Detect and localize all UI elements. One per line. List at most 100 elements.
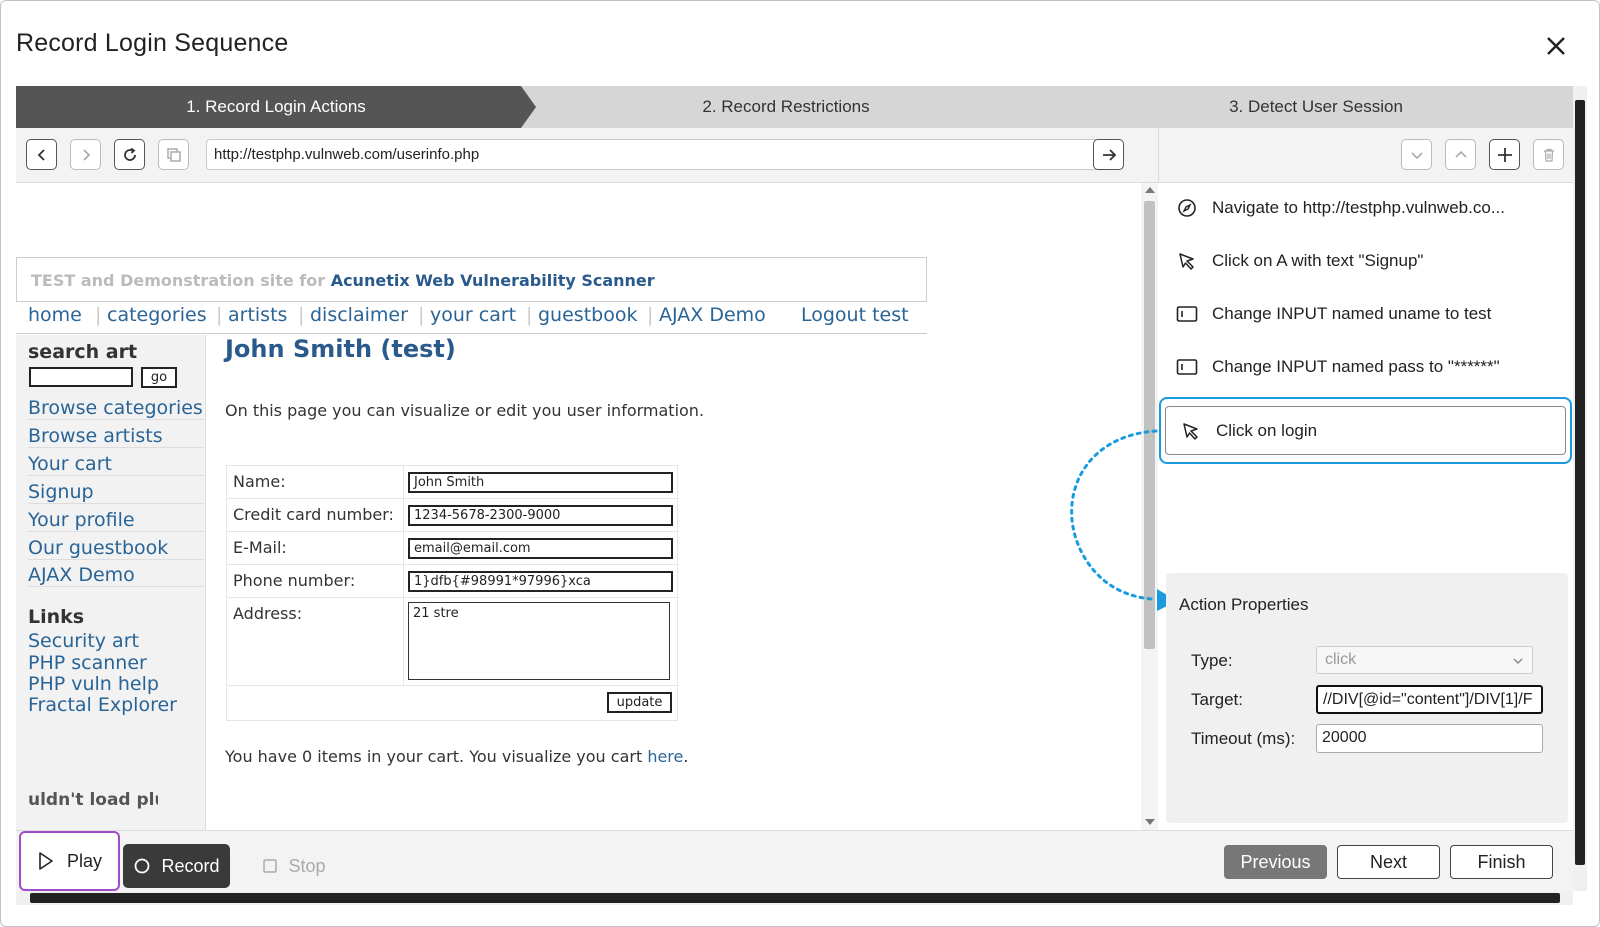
dialog-scrollbar-thumb[interactable]	[1575, 100, 1585, 865]
sidebar-link-fractal-explorer[interactable]: Fractal Explorer	[28, 694, 177, 716]
reload-button[interactable]	[114, 139, 145, 170]
step-detect-user-session[interactable]: 3. Detect User Session	[1056, 86, 1576, 128]
phone-input[interactable]: 1}dfb{#98991*97996}xca	[408, 571, 673, 592]
copy-button[interactable]	[158, 139, 189, 170]
nav-ajax-demo[interactable]: AJAX Demo	[659, 304, 766, 326]
bottom-bar: Play Record Stop Previous Next Finish	[16, 830, 1573, 891]
action-item[interactable]: Change INPUT named pass to "******"	[1176, 356, 1500, 378]
sidebar-link-your-cart[interactable]: Your cart	[28, 453, 204, 476]
form-row-email: E-Mail: email@email.com	[227, 532, 679, 565]
copy-icon	[166, 147, 181, 162]
sidebar-link-php-vuln-help[interactable]: PHP vuln help	[28, 673, 159, 695]
trash-icon	[1543, 148, 1554, 162]
add-action-button[interactable]	[1489, 139, 1520, 170]
sidebar-link-browse-categories[interactable]: Browse categories	[28, 397, 204, 420]
scroll-down-arrow-icon[interactable]	[1145, 819, 1155, 825]
site-sidebar: search art go Browse categories Browse a…	[16, 335, 206, 830]
nav-separator: |	[647, 304, 654, 326]
type-label: Type:	[1191, 651, 1233, 670]
links-title: Links	[28, 606, 85, 628]
action-item[interactable]: Navigate to http://testphp.vulnweb.co...	[1176, 197, 1505, 219]
scroll-up-arrow-icon[interactable]	[1145, 187, 1155, 193]
record-login-dialog: Record Login Sequence 1. Record Login Ac…	[0, 0, 1600, 927]
next-button[interactable]: Next	[1337, 845, 1440, 879]
close-icon[interactable]	[1539, 29, 1573, 63]
url-input[interactable]	[206, 139, 1101, 170]
plus-icon	[1497, 147, 1512, 162]
name-input[interactable]: John Smith	[408, 472, 673, 493]
nav-logout[interactable]: Logout test	[801, 304, 909, 326]
delete-action-button[interactable]	[1533, 139, 1564, 170]
action-item[interactable]: Change INPUT named uname to test	[1176, 303, 1491, 325]
address-label: Address:	[233, 604, 303, 623]
compass-icon	[1176, 197, 1198, 219]
nav-separator: |	[216, 304, 223, 326]
address-textarea[interactable]: 21 stre	[408, 602, 670, 680]
previous-button[interactable]: Previous	[1224, 845, 1327, 879]
cc-input[interactable]: 1234-5678-2300-9000	[408, 505, 673, 526]
action-properties-panel: Action Properties Type: click Target: //…	[1166, 573, 1568, 823]
name-label: Name:	[233, 472, 286, 491]
search-go-button[interactable]: go	[141, 367, 177, 388]
record-label: Record	[161, 855, 220, 876]
nav-separator: |	[526, 304, 533, 326]
sidebar-link-your-profile[interactable]: Your profile	[28, 509, 204, 532]
update-button[interactable]: update	[607, 692, 672, 713]
move-up-button[interactable]	[1445, 139, 1476, 170]
dialog-vertical-scrollbar[interactable]	[1573, 86, 1587, 891]
nav-separator: |	[418, 304, 425, 326]
dialog-title: Record Login Sequence	[16, 29, 289, 57]
play-icon	[39, 852, 53, 870]
sidebar-link-security-art[interactable]: Security art	[28, 630, 139, 652]
step-record-restrictions[interactable]: 2. Record Restrictions	[536, 86, 1036, 128]
timeout-label: Timeout (ms):	[1191, 729, 1296, 748]
sidebar-link-ajax-demo[interactable]: AJAX Demo	[28, 564, 204, 587]
search-art-input[interactable]	[29, 367, 133, 387]
target-label: Target:	[1191, 690, 1243, 709]
type-select[interactable]: click	[1316, 646, 1533, 674]
sidebar-link-our-guestbook[interactable]: Our guestbook	[28, 537, 204, 560]
timeout-input[interactable]: 20000	[1316, 724, 1543, 753]
nav-separator: |	[95, 304, 102, 326]
cart-link[interactable]: here	[647, 747, 683, 766]
nav-your-cart[interactable]: your cart	[430, 304, 516, 326]
nav-categories[interactable]: categories	[107, 304, 207, 326]
finish-button[interactable]: Finish	[1450, 845, 1553, 879]
action-item[interactable]: Click on A with text "Signup"	[1176, 250, 1423, 272]
action-item-selected[interactable]: Click on login	[1165, 406, 1566, 455]
chevron-down-icon	[1513, 658, 1523, 664]
back-button[interactable]	[26, 139, 57, 170]
record-button[interactable]: Record	[123, 844, 230, 888]
action-label: Click on login	[1216, 420, 1318, 440]
arrow-right-icon	[1102, 148, 1116, 161]
cursor-icon	[1176, 250, 1198, 272]
nav-artists[interactable]: artists	[228, 304, 287, 326]
play-label: Play	[66, 850, 102, 871]
nav-home[interactable]: home	[28, 304, 82, 326]
nav-guestbook[interactable]: guestbook	[538, 304, 637, 326]
properties-title: Action Properties	[1179, 595, 1309, 614]
target-input[interactable]: //DIV[@id="content"]/DIV[1]/F	[1316, 685, 1543, 714]
stop-label: Stop	[288, 855, 326, 876]
stop-button[interactable]: Stop	[254, 844, 334, 888]
horizontal-scrollbar-thumb[interactable]	[30, 893, 1560, 903]
nav-disclaimer[interactable]: disclaimer	[310, 304, 408, 326]
sidebar-link-php-scanner[interactable]: PHP scanner	[28, 652, 147, 674]
plugin-error-text: uldn't load pluc	[28, 790, 158, 810]
search-art-title: search art	[28, 341, 138, 363]
horizontal-scrollbar[interactable]	[16, 891, 1573, 905]
move-down-button[interactable]	[1401, 139, 1432, 170]
actions-toolbar	[1158, 128, 1573, 183]
chevron-up-icon	[1454, 150, 1467, 158]
step-record-login-actions[interactable]: 1. Record Login Actions	[16, 86, 536, 128]
email-input[interactable]: email@email.com	[408, 538, 673, 559]
forward-button[interactable]	[70, 139, 101, 170]
sidebar-link-browse-artists[interactable]: Browse artists	[28, 425, 204, 448]
go-button[interactable]	[1093, 139, 1124, 170]
play-button[interactable]: Play	[19, 831, 120, 891]
user-heading: John Smith (test)	[225, 335, 456, 363]
input-field-icon	[1176, 303, 1198, 325]
sidebar-link-signup[interactable]: Signup	[28, 481, 204, 504]
type-value: click	[1325, 651, 1357, 668]
browser-viewport: TEST and Demonstration site for Acunetix…	[16, 183, 1158, 830]
